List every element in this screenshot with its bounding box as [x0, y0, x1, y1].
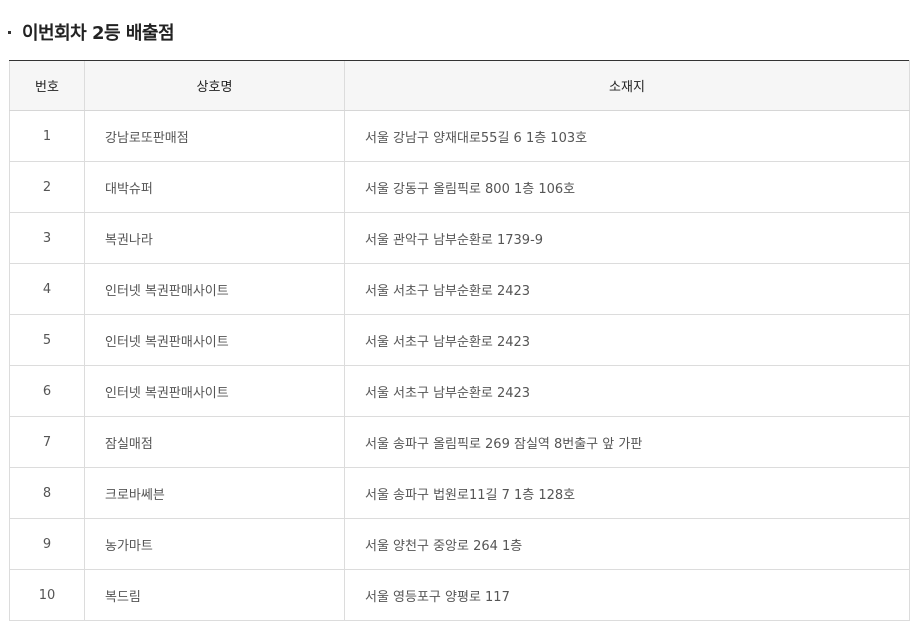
table-row: 10 복드림 서울 영등포구 양평로 117	[9, 569, 910, 621]
store-address: 서울 서초구 남부순환로 2423	[344, 263, 910, 315]
store-name: 복드림	[84, 569, 345, 621]
store-name: 인터넷 복권판매사이트	[84, 314, 345, 366]
store-name: 농가마트	[84, 518, 345, 570]
row-number: 4	[9, 263, 85, 315]
store-address: 서울 관악구 남부순환로 1739-9	[344, 212, 910, 264]
winning-stores-table: 번호 상호명 소재지 1 강남로또판매점 서울 강남구 양재대로55길 6 1층…	[9, 60, 910, 621]
store-address: 서울 서초구 남부순환로 2423	[344, 314, 910, 366]
store-name: 복권나라	[84, 212, 345, 264]
section-heading: 이번회차 2등 배출점	[8, 18, 175, 46]
table-row: 5 인터넷 복권판매사이트 서울 서초구 남부순환로 2423	[9, 314, 910, 366]
table-row: 7 잠실매점 서울 송파구 올림픽로 269 잠실역 8번출구 앞 가판	[9, 416, 910, 468]
store-address: 서울 영등포구 양평로 117	[344, 569, 910, 621]
store-address: 서울 송파구 올림픽로 269 잠실역 8번출구 앞 가판	[344, 416, 910, 468]
header-row: 번호 상호명 소재지	[9, 60, 910, 111]
section-title: 이번회차 2등 배출점	[22, 23, 175, 44]
table-row: 8 크로바쎄븐 서울 송파구 법원로11길 7 1층 128호	[9, 467, 910, 519]
store-address: 서울 서초구 남부순환로 2423	[344, 365, 910, 417]
table-row: 2 대박슈퍼 서울 강동구 올림픽로 800 1층 106호	[9, 161, 910, 213]
table-row: 4 인터넷 복권판매사이트 서울 서초구 남부순환로 2423	[9, 263, 910, 315]
store-name: 대박슈퍼	[84, 161, 345, 213]
store-name: 크로바쎄븐	[84, 467, 345, 519]
table-body: 1 강남로또판매점 서울 강남구 양재대로55길 6 1층 103호 2 대박슈…	[9, 110, 910, 621]
store-address: 서울 송파구 법원로11길 7 1층 128호	[344, 467, 910, 519]
store-address: 서울 강남구 양재대로55길 6 1층 103호	[344, 110, 910, 162]
row-number: 6	[9, 365, 85, 417]
row-number: 10	[9, 569, 85, 621]
store-name: 인터넷 복권판매사이트	[84, 365, 345, 417]
header-number: 번호	[9, 60, 85, 111]
row-number: 1	[9, 110, 85, 162]
table-header: 번호 상호명 소재지	[9, 60, 910, 111]
header-name: 상호명	[84, 60, 345, 111]
row-number: 8	[9, 467, 85, 519]
table-row: 9 농가마트 서울 양천구 중앙로 264 1층	[9, 518, 910, 570]
table-row: 6 인터넷 복권판매사이트 서울 서초구 남부순환로 2423	[9, 365, 910, 417]
store-address: 서울 강동구 올림픽로 800 1층 106호	[344, 161, 910, 213]
store-name: 잠실매점	[84, 416, 345, 468]
row-number: 9	[9, 518, 85, 570]
row-number: 5	[9, 314, 85, 366]
header-address: 소재지	[344, 60, 910, 111]
store-address: 서울 양천구 중앙로 264 1층	[344, 518, 910, 570]
store-name: 인터넷 복권판매사이트	[84, 263, 345, 315]
row-number: 3	[9, 212, 85, 264]
row-number: 2	[9, 161, 85, 213]
row-number: 7	[9, 416, 85, 468]
table-row: 3 복권나라 서울 관악구 남부순환로 1739-9	[9, 212, 910, 264]
store-name: 강남로또판매점	[84, 110, 345, 162]
bullet-icon	[8, 30, 11, 34]
table-row: 1 강남로또판매점 서울 강남구 양재대로55길 6 1층 103호	[9, 110, 910, 162]
page: 이번회차 2등 배출점 번호 상호명 소재지 1 강남로또판매점 서울 강남구 …	[0, 0, 917, 636]
